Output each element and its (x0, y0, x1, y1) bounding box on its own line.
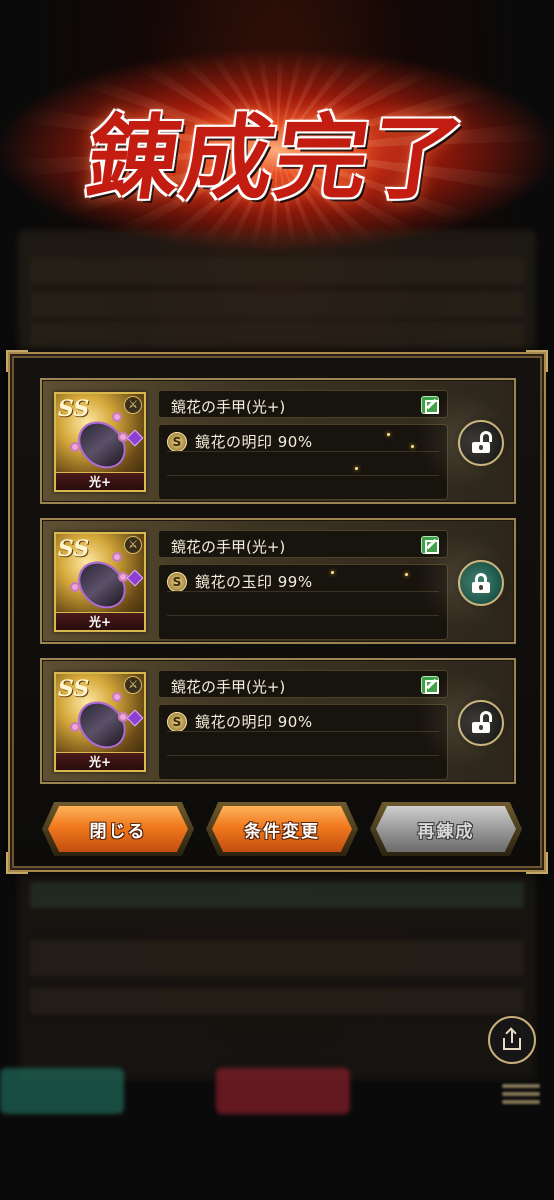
flower-decoration (70, 722, 80, 732)
title-banner: 錬成完了 (0, 50, 554, 250)
flower-decoration (70, 582, 80, 592)
gauntlet-image (72, 553, 132, 617)
sparkle (387, 433, 390, 436)
gem-icon (126, 569, 144, 587)
background-row (30, 882, 524, 908)
gauntlet-image (72, 413, 132, 477)
result-card: SS ⚔ 光+ 鏡花の手甲(光+) S 鏡花の明印 90% (40, 658, 516, 784)
effect-text: 鏡花の明印 90% (195, 433, 313, 451)
element-label: 光+ (56, 752, 144, 770)
divider (167, 755, 439, 756)
divider (167, 615, 439, 616)
re-refine-button[interactable]: 再錬成 (376, 806, 516, 852)
gem-icon (126, 429, 144, 447)
element-label: 光+ (56, 472, 144, 490)
item-name-bar: 鏡花の手甲(光+) (158, 530, 448, 558)
item-name: 鏡花の手甲(光+) (171, 398, 286, 416)
background-row (30, 988, 524, 1014)
effect-box: S 鏡花の玉印 99% (158, 564, 448, 640)
page-title: 錬成完了 (80, 103, 472, 212)
item-name-bar: 鏡花の手甲(光+) (158, 670, 448, 698)
effect-text: 鏡花の明印 90% (195, 713, 313, 731)
frame-corner (6, 852, 28, 874)
unlocked-padlock-icon (472, 711, 492, 733)
result-card: SS ⚔ 光+ 鏡花の手甲(光+) S 鏡花の玉印 99% (40, 518, 516, 644)
element-label: 光+ (56, 612, 144, 630)
item-thumbnail[interactable]: SS ⚔ 光+ (54, 392, 146, 492)
flower-decoration (112, 552, 122, 562)
edit-icon[interactable] (421, 676, 439, 694)
flower-decoration (70, 442, 80, 452)
divider (167, 475, 439, 476)
background-row (30, 258, 524, 284)
background-row (30, 940, 524, 976)
divider (167, 451, 439, 452)
lock-toggle-button[interactable] (458, 420, 504, 466)
locked-padlock-icon (472, 573, 490, 593)
background-row (30, 292, 524, 318)
share-icon (503, 1030, 521, 1050)
divider (167, 591, 439, 592)
lock-toggle-button[interactable] (458, 560, 504, 606)
item-thumbnail[interactable]: SS ⚔ 光+ (54, 672, 146, 772)
edit-icon[interactable] (421, 396, 439, 414)
hamburger-menu-icon[interactable] (502, 1080, 540, 1110)
weapon-type-icon: ⚔ (124, 396, 142, 414)
edit-icon[interactable] (421, 536, 439, 554)
flower-decoration (112, 412, 122, 422)
share-button[interactable] (488, 1016, 536, 1064)
weapon-type-icon: ⚔ (124, 676, 142, 694)
background-button (216, 1068, 350, 1114)
gem-icon (126, 709, 144, 727)
gauntlet-image (72, 693, 132, 757)
background-row (30, 322, 524, 348)
close-button[interactable]: 閉じる (48, 806, 188, 852)
result-card: SS ⚔ 光+ 鏡花の手甲(光+) S 鏡花の明印 90% (40, 378, 516, 504)
refine-result-dialog: SS ⚔ 光+ 鏡花の手甲(光+) S 鏡花の明印 90% SS ⚔ 光+ 鏡花… (6, 350, 548, 874)
background-button (0, 1068, 124, 1114)
rarity-ss-icon: SS (58, 396, 90, 422)
rarity-ss-icon: SS (58, 536, 90, 562)
sparkle (331, 571, 334, 574)
frame-corner (6, 350, 28, 372)
item-name: 鏡花の手甲(光+) (171, 678, 286, 696)
divider (167, 731, 439, 732)
effect-box: S 鏡花の明印 90% (158, 424, 448, 500)
sigil-icon: S (167, 711, 187, 732)
sigil-icon: S (167, 431, 187, 452)
change-conditions-button[interactable]: 条件変更 (212, 806, 352, 852)
flower-decoration (112, 692, 122, 702)
rarity-ss-icon: SS (58, 676, 90, 702)
sigil-icon: S (167, 571, 187, 592)
frame-corner (526, 852, 548, 874)
weapon-type-icon: ⚔ (124, 536, 142, 554)
item-name-bar: 鏡花の手甲(光+) (158, 390, 448, 418)
frame-corner (526, 350, 548, 372)
item-thumbnail[interactable]: SS ⚔ 光+ (54, 532, 146, 632)
unlocked-padlock-icon (472, 431, 492, 453)
item-name: 鏡花の手甲(光+) (171, 538, 286, 556)
effect-box: S 鏡花の明印 90% (158, 704, 448, 780)
effect-text: 鏡花の玉印 99% (195, 573, 313, 591)
sparkle (405, 573, 408, 576)
sparkle (355, 467, 358, 470)
sparkle (411, 445, 414, 448)
lock-toggle-button[interactable] (458, 700, 504, 746)
